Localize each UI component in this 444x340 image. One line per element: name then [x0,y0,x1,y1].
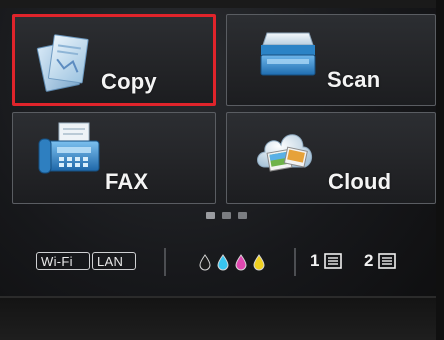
scan-label: Scan [327,67,381,92]
home-menu-grid: Copy Scan FAX Cloud [12,14,436,204]
paper-tray-1[interactable]: 1 [310,250,352,272]
cloud-button[interactable]: Cloud [226,112,436,204]
printer-touch-screen: Copy Scan FAX Cloud Wi-Fi LAN 1 2 [0,0,444,340]
paper-tray-2[interactable]: 2 [364,250,406,272]
status-bar: Wi-Fi LAN 1 2 [12,242,436,282]
fax-icon [35,119,105,185]
ink-level-icon[interactable] [198,253,270,271]
copy-icon [33,31,97,97]
fax-label: FAX [105,169,149,194]
page-dot [206,212,215,219]
screen-bezel-top [0,0,444,8]
scan-icon [253,23,323,85]
fax-button[interactable]: FAX [12,112,216,204]
cloud-label: Cloud [328,169,392,194]
paper-tray-icon [324,253,342,269]
status-divider [294,248,296,276]
copy-label: Copy [101,69,157,94]
tray-number: 1 [310,251,320,270]
page-dot [238,212,247,219]
wifi-status[interactable]: Wi-Fi [36,252,90,270]
tray-number: 2 [364,251,374,270]
paper-tray-icon [378,253,396,269]
screen-bezel-right [436,0,444,340]
bottom-bezel [0,298,444,340]
copy-button[interactable]: Copy [12,14,216,106]
status-divider [164,248,166,276]
page-dot [222,212,231,219]
cloud-icon [251,117,319,187]
page-indicator[interactable] [206,210,258,222]
lan-status[interactable]: LAN [92,252,136,270]
scan-button[interactable]: Scan [226,14,436,106]
